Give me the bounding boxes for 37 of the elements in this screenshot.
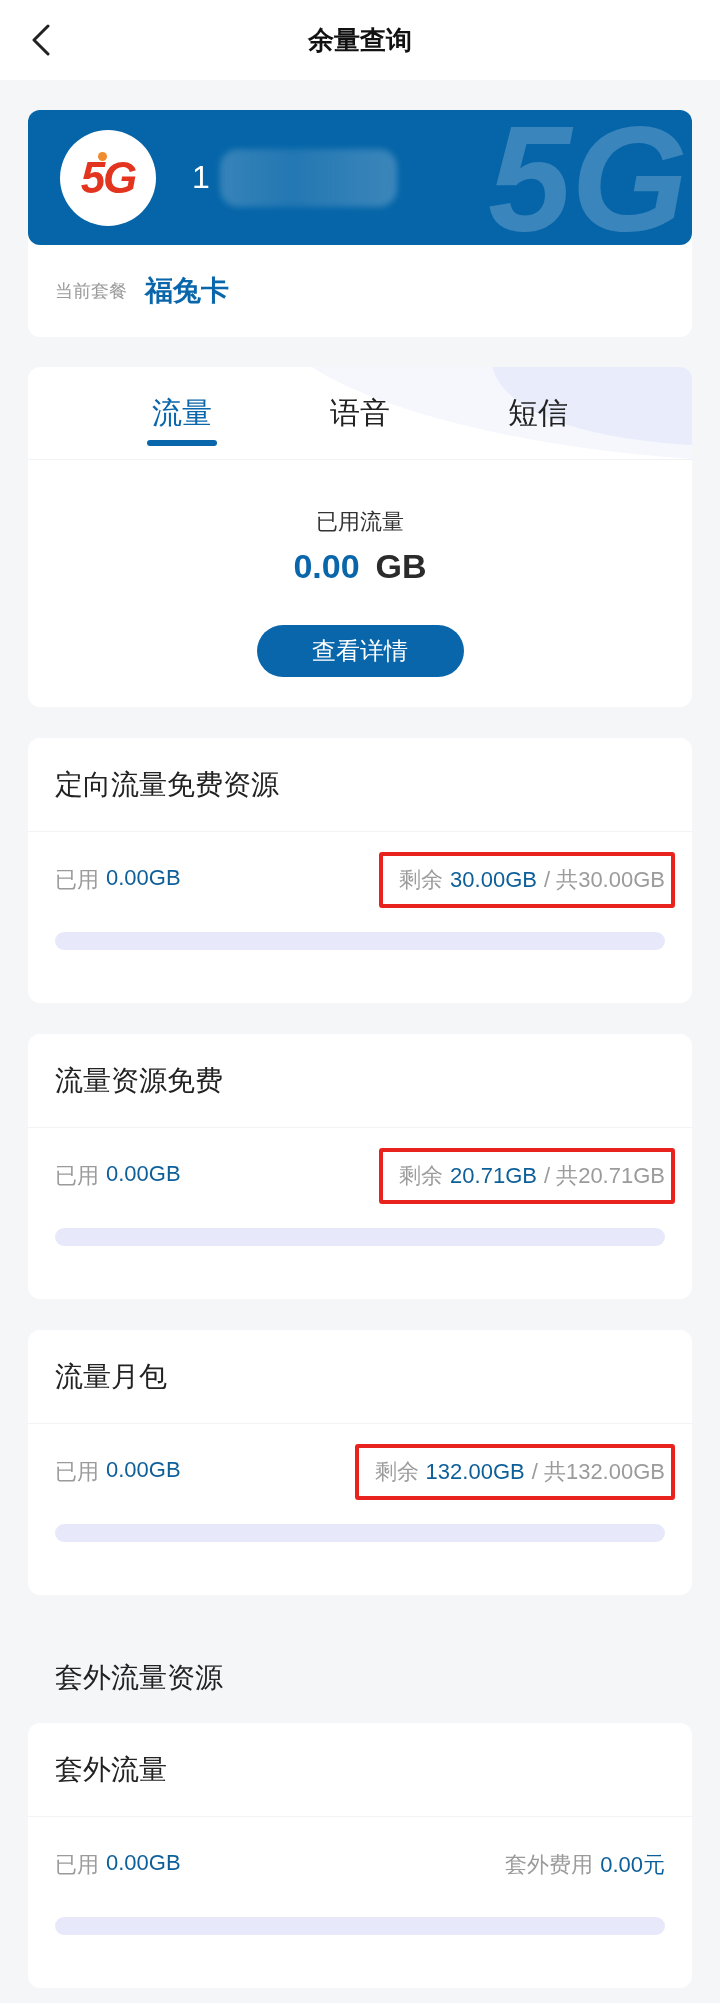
used-label: 已用 bbox=[55, 1851, 99, 1879]
used-amount: 0.00GB bbox=[106, 1457, 181, 1484]
used-label: 已用 bbox=[55, 866, 99, 894]
remaining-amount: 132.00GB bbox=[425, 1459, 525, 1485]
summary-unit: GB bbox=[375, 546, 427, 586]
used-label: 已用 bbox=[55, 1162, 99, 1190]
page-title: 余量查询 bbox=[307, 23, 413, 57]
used-label: 已用 bbox=[55, 1458, 99, 1486]
summary-value: 0.00 bbox=[293, 546, 360, 586]
brand-logo: 5G bbox=[60, 129, 156, 226]
section-heading: 套外流量资源 bbox=[54, 1661, 224, 1695]
total-amount: / 共132.00GB bbox=[531, 1458, 665, 1486]
usage-tab[interactable]: 语音 bbox=[271, 367, 449, 459]
plan-label: 当前套餐 bbox=[55, 280, 127, 303]
resource-title: 流量资源免费 bbox=[28, 1034, 692, 1128]
remaining-amount: 0.00元 bbox=[600, 1851, 665, 1879]
total-amount: / 共20.71GB bbox=[543, 1162, 665, 1190]
remaining-label: 剩余 bbox=[399, 1162, 444, 1190]
usage-tab[interactable]: 流量 bbox=[93, 367, 271, 459]
remaining-label: 套外费用 bbox=[505, 1851, 594, 1879]
remaining-amount: 20.71GB bbox=[450, 1163, 537, 1189]
used-amount: 0.00GB bbox=[106, 865, 181, 892]
used-amount: 0.00GB bbox=[106, 1850, 181, 1877]
details-button[interactable]: 查看详情 bbox=[256, 625, 464, 677]
remaining-amount: 30.00GB bbox=[450, 867, 537, 893]
usage-tab[interactable]: 短信 bbox=[449, 367, 627, 459]
summary-label: 已用流量 bbox=[316, 508, 404, 536]
plan-name: 福兔卡 bbox=[145, 274, 229, 308]
resource-title: 定向流量免费资源 bbox=[28, 738, 692, 832]
phone-number: 1 bbox=[192, 159, 210, 196]
resource-title: 套外流量 bbox=[28, 1723, 692, 1817]
resource-title: 流量月包 bbox=[28, 1330, 692, 1424]
total-amount: / 共30.00GB bbox=[543, 866, 665, 894]
used-amount: 0.00GB bbox=[106, 1161, 181, 1188]
chevron-left-icon[interactable] bbox=[31, 24, 51, 56]
remaining-label: 剩余 bbox=[374, 1458, 419, 1486]
remaining-label: 剩余 bbox=[399, 866, 444, 894]
